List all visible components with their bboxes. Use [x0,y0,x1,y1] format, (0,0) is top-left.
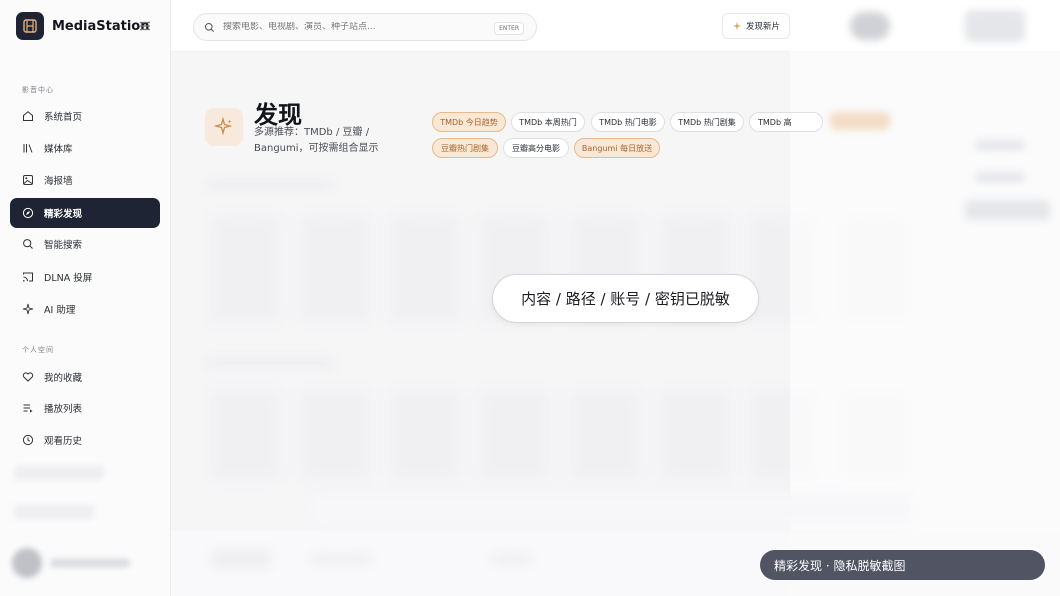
chip-tmdb-trending-today[interactable]: TMDb 今日趋势 [432,112,506,132]
sidebar-item-discover[interactable]: 精彩发现 [10,198,160,228]
user-profile[interactable] [12,548,130,578]
redacted-card [570,390,640,480]
sidebar-item-library[interactable]: 媒体库 [10,133,160,163]
section-personal-label: 个人空间 [22,346,54,354]
sidebar-item-label: DLNA 投屏 [44,273,93,284]
sidebar-item-label: 观看历史 [44,436,83,447]
sidebar-item-label: 媒体库 [44,144,73,155]
home-icon [23,111,33,121]
redacted-block [205,358,335,368]
redacted-card [300,215,370,323]
sidebar-item-label: 我的收藏 [44,373,83,384]
redacted-block [205,180,335,190]
sparkle-icon [205,108,243,146]
sidebar-item-playlist[interactable]: 播放列表 [10,393,160,423]
brand[interactable]: MediaStation [16,12,150,40]
redacted-row [14,505,94,519]
redacted-card [300,390,370,480]
search-icon [23,239,33,249]
sidebar-item-home[interactable]: 系统首页 [10,101,160,131]
sidebar-item-posters[interactable]: 海报墙 [10,165,160,195]
history-icon [22,434,34,446]
heart-icon [22,372,34,382]
sidebar-item-dlna[interactable]: DLNA 投屏 [10,262,160,292]
section-media-label: 影音中心 [22,86,54,94]
sidebar-item-label: 精彩发现 [44,209,83,220]
enter-shortcut: ENTER [494,22,524,35]
playlist-icon [23,404,33,413]
avatar [12,548,42,578]
sidebar-item-label: 海报墙 [44,176,73,187]
redacted-card [390,390,460,480]
chip-tmdb-top-rated[interactable]: TMDb 高 [749,112,823,132]
redacted-card [210,215,280,323]
sidebar: MediaStation 影音中心 系统首页 媒体库 海报墙 精彩发现 智能搜索… [0,0,171,596]
image-icon [23,175,33,185]
chip-tmdb-popular-series[interactable]: TMDb 热门剧集 [670,112,744,132]
search-bar[interactable]: ENTER [193,13,537,41]
redacted-card [210,390,280,480]
sidebar-item-history[interactable]: 观看历史 [10,425,160,455]
page-subtitle: 多源推荐：TMDb / 豆瓣 / Bangumi，可按需组合显示 [254,127,379,154]
chip-douban-top-movies[interactable]: 豆瓣高分电影 [503,138,569,158]
chip-tmdb-weekly-popular[interactable]: TMDb 本周热门 [511,112,585,132]
cast-icon [23,272,33,282]
app-name: MediaStation [52,18,150,34]
sparkle-icon [22,303,34,315]
discover-new-button[interactable]: 发现新片 [722,13,790,39]
sidebar-item-ai[interactable]: AI 助理 [10,294,160,324]
sidebar-item-label: 智能搜索 [44,240,83,251]
sparkle-icon [732,21,742,31]
sidebar-item-search[interactable]: 智能搜索 [10,229,160,259]
search-icon [204,22,214,32]
chip-bangumi-daily[interactable]: Bangumi 每日放送 [574,138,660,158]
chip-tmdb-popular-movies[interactable]: TMDb 热门电影 [591,112,665,132]
sidebar-item-label: 系统首页 [44,112,83,123]
film-logo-icon [16,12,44,40]
sidebar-item-favorites[interactable]: 我的收藏 [10,362,160,392]
redacted-card [480,390,550,480]
sidebar-item-label: 播放列表 [44,404,83,415]
sidebar-item-label: AI 助理 [44,305,76,316]
redaction-notice: 内容 / 路径 / 账号 / 密钥已脱敏 [492,274,759,323]
redacted-card [390,215,460,323]
screenshot-caption: 精彩发现 · 隐私脱敏截图 [760,550,1045,580]
discover-new-label: 发现新片 [745,22,780,32]
compass-icon [22,207,34,219]
menu-icon[interactable] [138,19,152,33]
library-icon [23,144,33,153]
chip-douban-hot-series[interactable]: 豆瓣热门剧集 [432,138,498,158]
redacted-card [660,390,730,480]
redacted-row [14,466,104,480]
search-input[interactable] [223,22,483,32]
